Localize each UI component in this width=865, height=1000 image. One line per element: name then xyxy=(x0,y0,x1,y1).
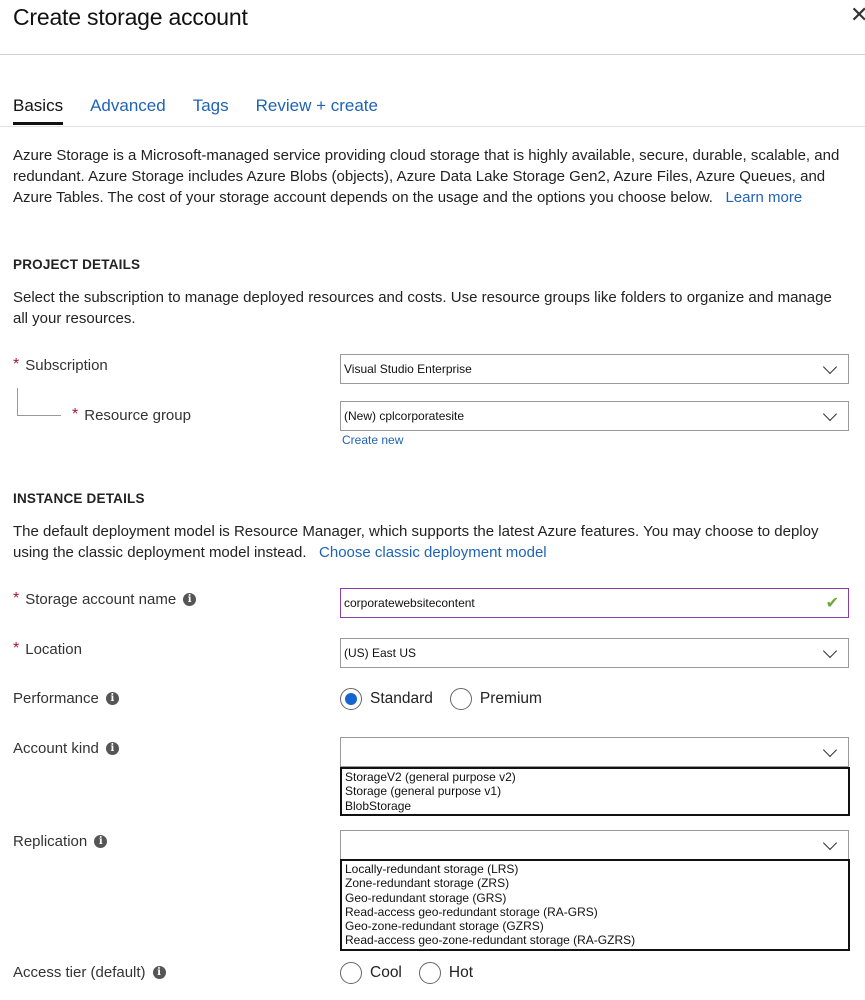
storage-account-name-input[interactable]: corporatewebsitecontent ✔ xyxy=(340,588,849,618)
page-title: Create storage account xyxy=(13,4,248,30)
required-asterisk: * xyxy=(13,356,20,373)
tree-connector xyxy=(17,388,61,416)
replication-option[interactable]: Geo-zone-redundant storage (GZRS) xyxy=(345,919,845,933)
location-select[interactable]: (US) East US xyxy=(340,638,849,668)
performance-standard-option[interactable]: Standard xyxy=(340,688,433,710)
tab-advanced[interactable]: Advanced xyxy=(90,96,166,125)
radio-unselected-icon[interactable] xyxy=(449,688,472,710)
chevron-down-icon xyxy=(822,742,838,757)
tab-tags[interactable]: Tags xyxy=(193,96,229,125)
replication-label-text: Replication xyxy=(13,833,88,850)
required-asterisk: * xyxy=(13,590,20,607)
chevron-down-icon xyxy=(822,643,838,658)
project-details-heading: PROJECT DETAILS xyxy=(13,257,141,272)
replication-option[interactable]: Read-access geo-zone-redundant storage (… xyxy=(345,933,845,947)
tab-divider xyxy=(0,126,865,127)
replication-select[interactable] xyxy=(340,830,849,860)
standard-label: Standard xyxy=(370,690,433,707)
account-kind-options: StorageV2 (general purpose v2) Storage (… xyxy=(340,767,850,816)
learn-more-link[interactable]: Learn more xyxy=(725,189,802,206)
classic-deployment-link[interactable]: Choose classic deployment model xyxy=(319,544,547,561)
instance-details-heading: INSTANCE DETAILS xyxy=(13,491,145,506)
location-value: (US) East US xyxy=(344,646,417,660)
close-icon[interactable]: ✕ xyxy=(850,2,865,28)
resource-group-label-text: Resource group xyxy=(84,406,191,424)
replication-option[interactable]: Zone-redundant storage (ZRS) xyxy=(345,876,845,890)
storage-account-name-label: * Storage account name i xyxy=(13,590,197,608)
header-divider xyxy=(0,54,865,55)
access-tier-label: Access tier (default) i xyxy=(13,964,166,981)
required-asterisk: * xyxy=(13,640,20,657)
replication-option[interactable]: Locally-redundant storage (LRS) xyxy=(345,862,845,876)
subscription-select[interactable]: Visual Studio Enterprise xyxy=(340,354,849,384)
required-asterisk: * xyxy=(72,406,79,423)
replication-options: Locally-redundant storage (LRS) Zone-red… xyxy=(340,859,850,951)
replication-label: Replication i xyxy=(13,833,108,850)
replication-option[interactable]: Geo-redundant storage (GRS) xyxy=(345,891,845,905)
hot-label: Hot xyxy=(448,964,474,981)
cool-label: Cool xyxy=(370,964,402,981)
info-icon[interactable]: i xyxy=(105,692,119,705)
access-tier-hot-option[interactable]: Hot xyxy=(418,962,474,984)
subscription-label: * Subscription xyxy=(13,356,108,374)
create-new-link[interactable]: Create new xyxy=(342,433,403,447)
resource-group-select[interactable]: (New) cplcorporatesite xyxy=(340,401,849,431)
account-kind-select[interactable] xyxy=(340,737,849,767)
intro-text: Azure Storage is a Microsoft-managed ser… xyxy=(13,145,843,208)
radio-selected-icon[interactable] xyxy=(340,688,362,710)
storage-account-name-value: corporatewebsitecontent xyxy=(344,596,475,610)
tab-basics[interactable]: Basics xyxy=(13,96,64,125)
access-tier-label-text: Access tier (default) xyxy=(13,964,146,981)
tab-bar: Basics Advanced Tags Review + create xyxy=(13,96,405,125)
account-kind-option[interactable]: BlobStorage xyxy=(345,799,845,813)
premium-label: Premium xyxy=(479,690,542,707)
subscription-value: Visual Studio Enterprise xyxy=(344,362,472,376)
chevron-down-icon xyxy=(822,835,838,850)
instance-details-description: The default deployment model is Resource… xyxy=(13,521,843,563)
chevron-down-icon xyxy=(822,359,838,374)
replication-option[interactable]: Read-access geo-redundant storage (RA-GR… xyxy=(345,905,845,919)
info-icon[interactable]: i xyxy=(105,742,119,755)
project-details-description: Select the subscription to manage deploy… xyxy=(13,289,832,327)
access-tier-radio-group: Cool Hot xyxy=(340,962,490,984)
performance-radio-group: Standard Premium xyxy=(340,688,559,710)
resource-group-label: * Resource group xyxy=(72,406,191,424)
info-icon[interactable]: i xyxy=(183,592,197,606)
radio-unselected-icon[interactable] xyxy=(340,962,362,984)
checkmark-icon: ✔ xyxy=(825,595,839,612)
subscription-label-text: Subscription xyxy=(25,356,108,374)
account-kind-option[interactable]: StorageV2 (general purpose v2) xyxy=(345,770,845,784)
intro-description: Azure Storage is a Microsoft-managed ser… xyxy=(13,147,840,206)
performance-label: Performance i xyxy=(13,690,119,707)
account-kind-label-text: Account kind xyxy=(13,740,99,757)
tab-review-create[interactable]: Review + create xyxy=(256,96,378,125)
performance-premium-option[interactable]: Premium xyxy=(449,688,542,710)
performance-label-text: Performance xyxy=(13,690,99,707)
location-label: * Location xyxy=(13,640,82,658)
info-icon[interactable]: i xyxy=(94,835,108,848)
resource-group-value: (New) cplcorporatesite xyxy=(344,409,465,423)
radio-unselected-icon[interactable] xyxy=(418,962,441,984)
chevron-down-icon xyxy=(822,406,838,421)
account-kind-label: Account kind i xyxy=(13,740,119,757)
storage-account-name-label-text: Storage account name xyxy=(25,590,177,608)
access-tier-cool-option[interactable]: Cool xyxy=(340,962,402,984)
info-icon[interactable]: i xyxy=(152,966,166,979)
account-kind-option[interactable]: Storage (general purpose v1) xyxy=(345,784,845,798)
location-label-text: Location xyxy=(25,640,82,658)
